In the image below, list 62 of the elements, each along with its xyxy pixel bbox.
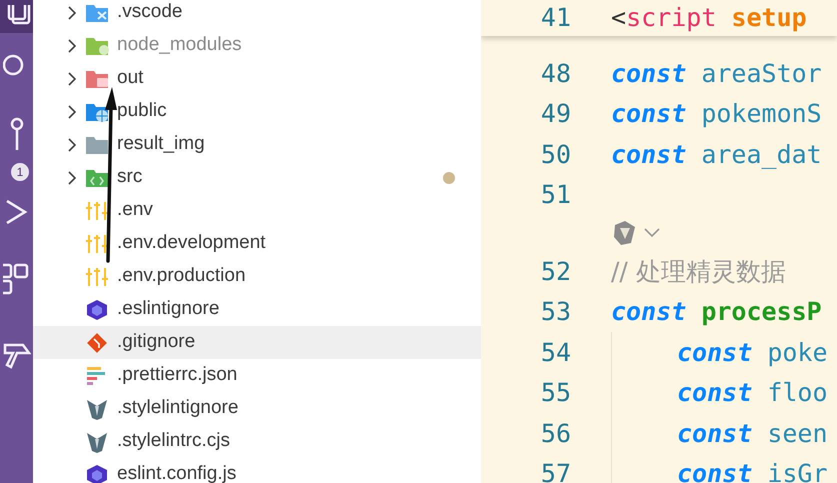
sliders-icon — [85, 232, 109, 254]
file-name: eslint.config.js — [117, 462, 236, 483]
file-name: .stylelintrc.cjs — [117, 429, 230, 454]
file-name: .env.development — [117, 231, 266, 256]
file-tree-item[interactable]: out — [33, 62, 481, 95]
file-name: src — [117, 165, 142, 190]
file-tree-item[interactable]: src — [33, 161, 481, 194]
file-tree-item[interactable]: .env.development — [33, 227, 481, 260]
line-number: 48 — [540, 58, 571, 90]
line-number: 53 — [540, 296, 571, 328]
line-number: 49 — [540, 98, 571, 130]
code-line: const areaStor — [610, 58, 822, 90]
files-tab[interactable] — [0, 0, 33, 33]
sliders-icon — [85, 266, 109, 288]
code-line: const poke — [676, 336, 828, 368]
file-name: .eslintignore — [117, 297, 220, 322]
hexagon-icon — [85, 464, 109, 483]
file-tree-item[interactable]: eslint.config.js — [33, 458, 481, 483]
file-tree-item[interactable]: .eslintignore — [33, 293, 481, 326]
file-name: out — [117, 66, 144, 90]
tuxedo-icon — [85, 430, 109, 452]
file-name: .stylelintignore — [117, 396, 238, 420]
file-name: .gitignore — [117, 330, 196, 354]
line-number: 41 — [540, 2, 571, 34]
line-number: 52 — [540, 256, 571, 288]
code-line: const area_dat — [610, 138, 822, 171]
file-tree-item[interactable]: .stylelintignore — [33, 392, 481, 425]
file-tree-item[interactable]: .env — [33, 194, 481, 227]
code-line: const floo — [676, 377, 828, 409]
code-line: const seen — [676, 418, 828, 450]
file-name: .vscode — [117, 0, 182, 24]
file-tree-item[interactable]: result_img — [33, 128, 481, 161]
line-number: 56 — [540, 418, 571, 450]
file-name: node_modules — [117, 33, 242, 58]
file-tree-item[interactable]: public — [33, 95, 481, 128]
line-number: 57 — [540, 458, 571, 483]
line-number: 55 — [540, 377, 571, 409]
code-line: const pokemonS — [610, 98, 822, 130]
file-tree-item[interactable]: .env.production — [33, 260, 481, 293]
code-line: const processP — [610, 296, 822, 328]
line-number: 50 — [540, 138, 571, 170]
code-line: <script setup — [610, 2, 807, 34]
file-name: public — [117, 99, 167, 124]
file-tree-item[interactable]: .gitignore — [33, 326, 481, 359]
file-name: result_img — [117, 132, 205, 156]
file-name: .env — [117, 198, 153, 222]
line-number: 54 — [540, 336, 571, 368]
code-line: const isGr — [676, 458, 828, 483]
file-tree-item[interactable]: .stylelintrc.cjs — [33, 425, 481, 458]
tuxedo-icon — [85, 398, 109, 420]
extensions-icon — [2, 261, 30, 297]
chevron-down-icon — [643, 227, 661, 239]
count-badge: 1 — [11, 163, 29, 181]
sliders-icon — [85, 200, 109, 222]
hexagon-icon — [85, 298, 109, 320]
source-control-tab[interactable]: 1 — [0, 95, 33, 185]
file-tree-item[interactable]: .prettierrc.json — [33, 359, 481, 392]
file-tree-item[interactable]: .vscode — [33, 0, 481, 29]
file-name: .env.production — [117, 264, 246, 288]
file-name: .prettierrc.json — [117, 363, 238, 388]
code-line: // 处理精灵数据 — [610, 256, 786, 288]
line-number: 51 — [540, 179, 571, 211]
